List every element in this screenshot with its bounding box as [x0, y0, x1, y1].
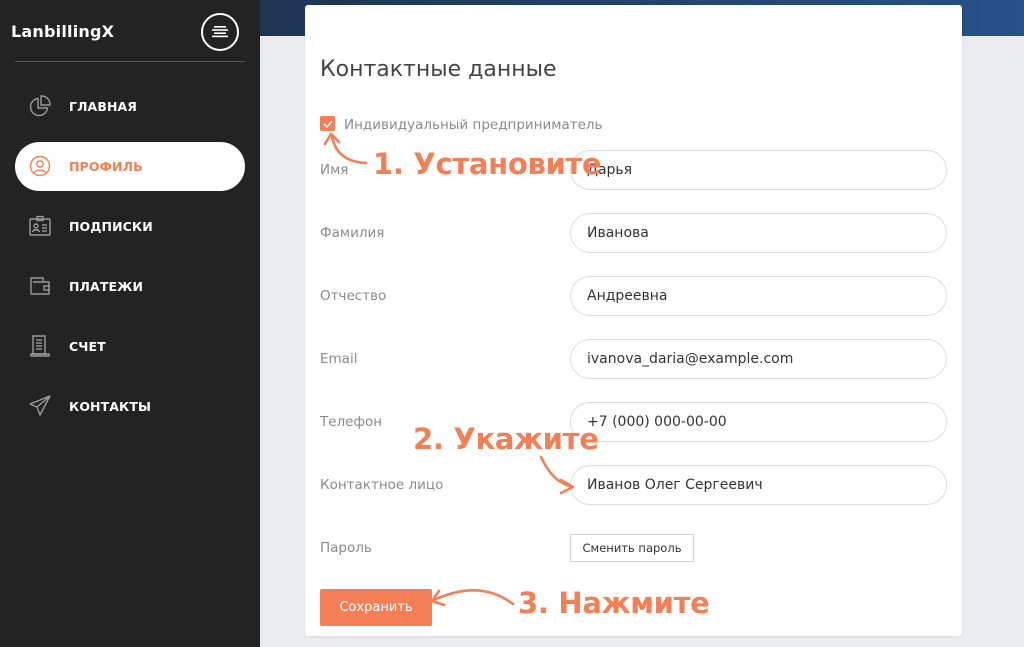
annotation-step-2: 2. Укажите [413, 422, 599, 456]
sidebar-item-profile[interactable]: ПРОФИЛЬ [15, 142, 245, 191]
entrepreneur-label: Индивидуальный предприниматель [344, 117, 603, 133]
annotation-step-3: 3. Нажмите [518, 586, 710, 620]
sidebar-item-payments[interactable]: ПЛАТЕЖИ [15, 262, 245, 311]
paper-plane-icon [29, 395, 51, 416]
wallet-icon [30, 277, 50, 295]
id-card-icon [29, 215, 51, 236]
sidebar-item-label: КОНТАКТЫ [69, 399, 152, 414]
save-button[interactable]: Сохранить [320, 589, 432, 626]
entrepreneur-checkbox[interactable] [320, 116, 335, 131]
receipt-icon [30, 335, 50, 357]
phone-label: Телефон [320, 414, 383, 430]
sidebar-item-subscriptions[interactable]: ПОДПИСКИ [15, 202, 245, 251]
contact-details-card: Контактные данные Индивидуальный предпри… [305, 5, 962, 636]
sidebar-item-home[interactable]: ГЛАВНАЯ [15, 82, 245, 131]
user-circle-icon [29, 155, 51, 177]
sidebar-item-label: ПЛАТЕЖИ [69, 279, 144, 294]
brand-logo: LanbillingX [11, 22, 115, 41]
sidebar-item-contacts[interactable]: КОНТАКТЫ [15, 382, 245, 431]
change-password-button[interactable]: Сменить пароль [570, 534, 694, 562]
first-name-label: Имя [320, 162, 349, 178]
page-title: Контактные данные [320, 57, 557, 82]
middle-name-label: Отчество [320, 288, 387, 304]
email-field[interactable] [570, 339, 947, 379]
phone-field[interactable] [570, 402, 947, 442]
menu-toggle-button[interactable] [201, 13, 239, 51]
sidebar-divider [15, 61, 245, 62]
menu-icon [212, 26, 228, 38]
last-name-label: Фамилия [320, 225, 385, 241]
email-label: Email [320, 351, 358, 367]
pie-chart-icon [29, 95, 51, 117]
last-name-field[interactable] [570, 213, 947, 253]
sidebar: LanbillingX ГЛАВНАЯ ПРОФИЛЬ ПОДПИСКИ ПЛА… [0, 0, 260, 647]
sidebar-item-label: СЧЕТ [69, 339, 106, 354]
middle-name-field[interactable] [570, 276, 947, 316]
check-icon [322, 119, 333, 128]
first-name-field[interactable] [570, 150, 947, 190]
sidebar-item-invoice[interactable]: СЧЕТ [15, 322, 245, 371]
sidebar-item-label: ГЛАВНАЯ [69, 99, 138, 114]
sidebar-item-label: ПОДПИСКИ [69, 219, 153, 234]
password-label: Пароль [320, 540, 372, 556]
contact-person-label: Контактное лицо [320, 477, 444, 493]
contact-person-field[interactable] [570, 465, 947, 505]
sidebar-item-label: ПРОФИЛЬ [69, 159, 143, 174]
annotation-step-1: 1. Установите [373, 147, 602, 181]
